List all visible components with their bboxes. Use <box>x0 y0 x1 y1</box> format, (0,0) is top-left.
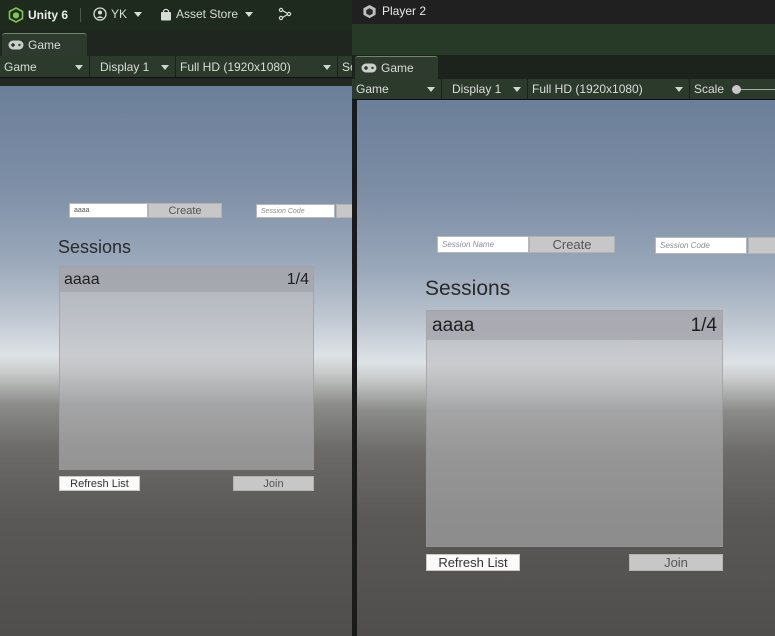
version-control-button[interactable] <box>278 7 292 21</box>
session-list-item[interactable]: aaaa 1/4 <box>427 311 722 340</box>
session-name: aaaa <box>64 270 100 288</box>
chevron-down-icon <box>675 87 683 92</box>
resolution-dropdown-label: Full HD (1920x1080) <box>532 82 643 96</box>
account-name: YK <box>111 7 128 21</box>
tab-game-label: Game <box>28 38 61 52</box>
session-code-placeholder: Session Code <box>660 241 710 250</box>
topbar-divider <box>80 8 81 22</box>
session-list[interactable]: aaaa 1/4 <box>59 266 314 470</box>
session-code-placeholder: Session Code <box>261 207 305 215</box>
display-dropdown[interactable]: Display 1 <box>448 79 528 99</box>
session-name: aaaa <box>432 314 475 336</box>
resolution-dropdown[interactable]: Full HD (1920x1080) <box>176 56 338 77</box>
refresh-list-label: Refresh List <box>438 555 508 570</box>
resolution-dropdown[interactable]: Full HD (1920x1080) <box>528 79 690 99</box>
gamepad-icon <box>8 40 24 50</box>
chevron-down-icon <box>427 87 435 92</box>
scale-label: Sc <box>342 59 352 74</box>
account-dropdown[interactable]: YK <box>93 7 143 21</box>
game-view-viewport: aaaa Create Session Code Sessions aaaa 1… <box>0 86 352 636</box>
tab-game[interactable]: Game <box>2 33 87 56</box>
editor-topbar: Unity 6 YK Asset Store <box>0 0 352 30</box>
display-dropdown-label: Display 1 <box>452 82 502 96</box>
join-by-code-button[interactable] <box>748 237 775 254</box>
session-list[interactable]: aaaa 1/4 <box>426 310 723 547</box>
join-by-code-button[interactable] <box>336 204 352 218</box>
tab-game-label: Game <box>381 61 414 75</box>
player2-game-toolbar: Game Display 1 Full HD (1920x1080) Scale <box>352 79 775 100</box>
session-code-input[interactable]: Session Code <box>256 204 335 218</box>
join-button-label: Join <box>263 477 284 490</box>
display-dropdown-label: Display 1 <box>100 59 150 74</box>
refresh-list-button[interactable]: Refresh List <box>59 476 140 491</box>
gamepad-icon <box>361 63 377 73</box>
sessions-heading: Sessions <box>58 237 132 257</box>
display-dropdown[interactable]: Display 1 <box>96 56 176 77</box>
session-name-value: aaaa <box>74 207 90 214</box>
session-code-input[interactable]: Session Code <box>655 237 747 254</box>
session-player-count: 1/4 <box>690 314 717 336</box>
player2-titlebar: Player 2 <box>352 0 775 24</box>
shopping-bag-icon <box>161 8 171 20</box>
resolution-dropdown-label: Full HD (1920x1080) <box>180 59 291 74</box>
player2-game-viewport: Session Name Create Session Code Session… <box>357 100 775 636</box>
unity-cube-icon <box>363 4 376 19</box>
refresh-list-button[interactable]: Refresh List <box>426 554 520 571</box>
chevron-down-icon <box>134 11 143 17</box>
join-button[interactable]: Join <box>629 554 723 571</box>
asset-store-label: Asset Store <box>176 7 239 21</box>
player2-header-band <box>352 24 775 55</box>
mode-dropdown-label: Game <box>4 59 37 74</box>
tab-game[interactable]: Game <box>355 56 438 79</box>
scale-slider-thumb[interactable] <box>732 85 741 94</box>
create-button[interactable]: Create <box>529 236 615 253</box>
player2-window: Player 2 Game Game Display 1 Full HD (19… <box>352 0 775 636</box>
chevron-down-icon <box>513 87 521 92</box>
mode-dropdown[interactable]: Game <box>0 56 90 77</box>
session-name-placeholder: Session Name <box>442 240 495 249</box>
chevron-down-icon <box>245 11 254 17</box>
session-name-input[interactable]: Session Name <box>437 236 529 253</box>
mode-dropdown-label: Game <box>356 82 389 96</box>
scale-control[interactable]: Scale <box>690 79 775 99</box>
mode-dropdown[interactable]: Game <box>352 79 442 99</box>
scale-label: Scale <box>694 82 725 96</box>
account-icon <box>93 7 107 21</box>
app-name: Unity 6 <box>28 8 69 22</box>
asset-store-dropdown[interactable]: Asset Store <box>160 7 254 21</box>
chevron-down-icon <box>161 64 169 70</box>
session-player-count: 1/4 <box>286 270 309 288</box>
session-name-input[interactable]: aaaa <box>69 203 148 218</box>
chevron-down-icon <box>323 64 331 70</box>
create-button-label: Create <box>168 204 202 217</box>
unity-editor-window: Unity 6 YK Asset Store Game Game Display… <box>0 0 352 636</box>
join-button-label: Join <box>664 555 688 570</box>
scale-control[interactable]: Sc <box>338 56 352 77</box>
join-button[interactable]: Join <box>233 476 314 491</box>
game-view-toolbar: Game Display 1 Full HD (1920x1080) Sc <box>0 56 352 78</box>
refresh-list-label: Refresh List <box>70 477 129 490</box>
create-button[interactable]: Create <box>148 203 222 218</box>
sessions-heading: Sessions <box>425 277 511 300</box>
window-title: Player 2 <box>382 4 427 18</box>
unity-menu[interactable]: Unity 6 <box>8 7 68 23</box>
create-button-label: Create <box>552 237 592 252</box>
unity-logo-icon <box>8 7 24 23</box>
version-control-icon <box>278 7 292 21</box>
chevron-down-icon <box>75 64 83 70</box>
session-list-item[interactable]: aaaa 1/4 <box>60 267 313 292</box>
